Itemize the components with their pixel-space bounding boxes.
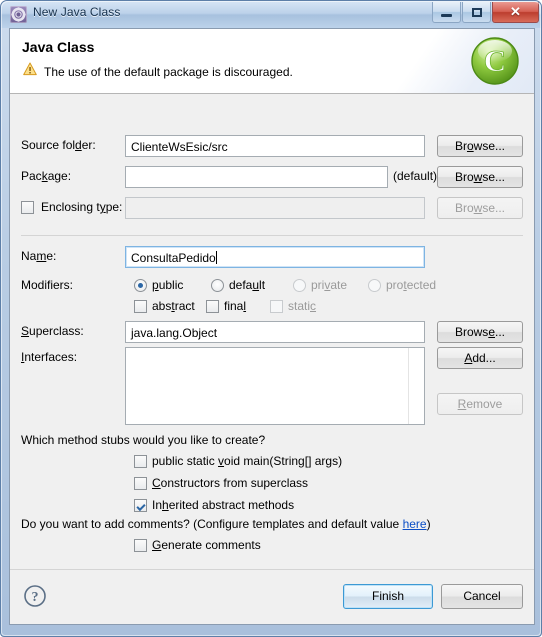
- enclosing-type-label: Enclosing type:: [41, 200, 123, 214]
- superclass-input[interactable]: java.lang.Object: [125, 321, 425, 343]
- modifiers-checkbox-row: abstract final static: [10, 296, 534, 318]
- interfaces-label: Interfaces:: [21, 350, 78, 364]
- java-class-green-c-icon: C: [469, 35, 521, 87]
- method-stub-label-constructors: Constructors from superclass: [152, 476, 309, 490]
- close-button[interactable]: ✕: [492, 2, 539, 23]
- dialog-client-area: Java Class The use of the default packag…: [9, 28, 535, 625]
- window-title: New Java Class: [33, 5, 121, 19]
- cancel-button[interactable]: Cancel: [441, 584, 523, 609]
- name-row: Name: ConsultaPedido: [10, 246, 534, 268]
- interfaces-row: Interfaces: Add... Remove: [10, 347, 534, 425]
- close-icon: ✕: [510, 4, 521, 19]
- method-stub-checkbox-main[interactable]: [134, 455, 147, 468]
- separator-1: [21, 235, 523, 236]
- interfaces-remove-button[interactable]: Remove: [437, 393, 523, 415]
- superclass-browse-button[interactable]: Browse...: [437, 321, 523, 343]
- method-stub-label-inherited: Inherited abstract methods: [152, 498, 295, 512]
- configure-templates-link[interactable]: here: [403, 517, 427, 531]
- dialog-window: New Java Class ✕ Java Class The use of t…: [0, 0, 542, 637]
- method-stub-checkbox-constructors[interactable]: [134, 477, 147, 490]
- superclass-label: Superclass:: [21, 324, 84, 338]
- svg-text:C: C: [484, 43, 506, 78]
- source-folder-input[interactable]: ClienteWsEsic/src: [125, 135, 425, 157]
- modifiers-row: Modifiers: public default private protec…: [10, 275, 534, 297]
- warning-triangle-icon: [23, 62, 37, 81]
- package-input[interactable]: [125, 166, 388, 188]
- modifiers-label: Modifiers:: [21, 278, 74, 292]
- wizard-body: Source folder: ClienteWsEsic/src Browse.…: [10, 93, 534, 570]
- modifier-label-abstract: abstract: [152, 299, 195, 313]
- enclosing-type-checkbox[interactable]: [21, 201, 34, 214]
- generate-comments-checkbox[interactable]: [134, 539, 147, 552]
- package-label: Package:: [21, 169, 72, 183]
- restore-button[interactable]: [462, 2, 491, 23]
- wizard-header: Java Class The use of the default packag…: [10, 29, 534, 94]
- window-controls: ✕: [431, 2, 539, 24]
- generate-comments-row: Generate comments: [10, 535, 534, 557]
- header-message-row: The use of the default package is discou…: [23, 62, 293, 81]
- method-stub-constructors-row: Constructors from superclass: [10, 473, 534, 495]
- minimize-icon: [433, 2, 460, 22]
- minimize-button[interactable]: [432, 2, 461, 23]
- modifier-label-public: public: [152, 278, 184, 292]
- modifier-checkbox-final[interactable]: [206, 300, 219, 313]
- source-folder-label: Source folder:: [21, 138, 96, 152]
- dialog-footer: ? Finish Cancel: [10, 569, 534, 624]
- package-browse-button[interactable]: Browse...: [437, 166, 523, 188]
- modifier-label-private: private: [311, 278, 348, 292]
- name-input[interactable]: ConsultaPedido: [125, 246, 425, 268]
- package-default-suffix: (default): [393, 169, 438, 183]
- source-folder-browse-button[interactable]: Browse...: [437, 135, 523, 157]
- interfaces-listbox[interactable]: [125, 347, 425, 425]
- header-message: The use of the default package is discou…: [44, 64, 293, 79]
- enclosing-type-browse-button[interactable]: Browse...: [437, 197, 523, 219]
- text-caret: [215, 251, 217, 264]
- page-title: Java Class: [22, 39, 95, 55]
- modifier-checkbox-abstract[interactable]: [134, 300, 147, 313]
- method-stub-checkbox-inherited[interactable]: [134, 499, 147, 512]
- method-stub-main-row: public static void main(String[] args): [10, 451, 534, 473]
- restore-icon: [463, 2, 490, 22]
- method-stub-inherited-row: Inherited abstract methods: [10, 495, 534, 517]
- method-stub-label-main: public static void main(String[] args): [152, 454, 343, 468]
- modifier-checkbox-static[interactable]: [270, 300, 283, 313]
- modifier-label-static: static: [288, 299, 317, 313]
- comments-question: Do you want to add comments? (Configure …: [21, 517, 431, 531]
- modifier-label-default: default: [229, 278, 266, 292]
- modifier-radio-protected[interactable]: [368, 279, 381, 292]
- generate-comments-label: Generate comments: [152, 538, 261, 552]
- modifier-radio-public[interactable]: [134, 279, 147, 292]
- title-bar: New Java Class ✕: [1, 1, 541, 28]
- java-class-wizard-icon: [10, 6, 27, 23]
- modifier-radio-private[interactable]: [293, 279, 306, 292]
- modifier-label-final: final: [224, 299, 247, 313]
- package-row: Package: (default) Browse...: [10, 166, 534, 188]
- source-folder-row: Source folder: ClienteWsEsic/src Browse.…: [10, 135, 534, 157]
- svg-text:?: ?: [32, 590, 39, 605]
- superclass-row: Superclass: java.lang.Object Browse...: [10, 321, 534, 343]
- name-label: Name:: [21, 249, 57, 263]
- finish-button[interactable]: Finish: [343, 584, 433, 609]
- modifier-radio-default[interactable]: [211, 279, 224, 292]
- interfaces-add-button[interactable]: Add...: [437, 347, 523, 369]
- modifier-label-protected: protected: [386, 278, 437, 292]
- method-stubs-question: Which method stubs would you like to cre…: [21, 433, 266, 447]
- interfaces-scrollbar[interactable]: [408, 348, 424, 424]
- enclosing-type-input[interactable]: [125, 197, 425, 219]
- help-question-icon[interactable]: ?: [23, 584, 47, 608]
- enclosing-type-row: Enclosing type: Browse...: [10, 197, 534, 219]
